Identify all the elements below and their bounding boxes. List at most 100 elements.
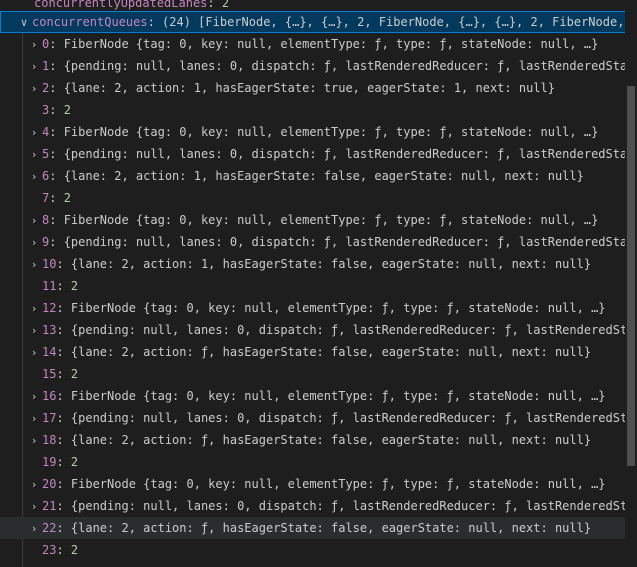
array-entry-row[interactable]: › 4: FiberNode {tag: 0, key: null, elemen… xyxy=(0,121,627,143)
array-entry-row[interactable]: › 6: {lane: 2, action: 1, hasEagerState: … xyxy=(0,165,627,187)
separator: : xyxy=(49,81,64,95)
chevron-right-icon[interactable]: › xyxy=(26,34,42,55)
separator: : xyxy=(56,367,71,381)
separator: : xyxy=(56,257,71,271)
array-index: 18 xyxy=(42,433,57,447)
array-value: {pending: null, lanes: 0, dispatch: ƒ, l… xyxy=(63,59,627,73)
chevron-right-icon[interactable]: › xyxy=(26,408,42,429)
array-value: {lane: 2, action: 1, hasEagerState: true… xyxy=(63,81,555,95)
array-entry-row[interactable]: 15: 2 xyxy=(0,363,627,385)
array-index: 12 xyxy=(42,301,57,315)
separator: : xyxy=(56,433,71,447)
array-entry-row[interactable]: › 20: FiberNode {tag: 0, key: null, eleme… xyxy=(0,473,627,495)
array-index: 16 xyxy=(42,389,57,403)
separator: : xyxy=(56,389,71,403)
separator: : xyxy=(56,301,71,315)
chevron-right-icon[interactable]: › xyxy=(26,342,42,363)
separator: : xyxy=(49,191,64,205)
array-value: {lane: 2, action: ƒ, hasEagerState: fals… xyxy=(70,521,592,535)
array-index: 10 xyxy=(42,257,57,271)
array-value: {pending: null, lanes: 0, dispatch: ƒ, l… xyxy=(70,411,627,425)
array-value: {pending: null, lanes: 0, dispatch: ƒ, l… xyxy=(70,323,627,337)
array-entry-row[interactable]: 3: 2 xyxy=(0,99,627,121)
array-value: {pending: null, lanes: 0, dispatch: ƒ, l… xyxy=(63,147,627,161)
array-entry-row[interactable]: › 16: FiberNode {tag: 0, key: null, eleme… xyxy=(0,385,627,407)
array-value: FiberNode {tag: 0, key: null, elementTyp… xyxy=(63,37,599,51)
chevron-right-icon[interactable]: › xyxy=(26,254,42,275)
array-entry-row[interactable]: › 9: {pending: null, lanes: 0, dispatch: … xyxy=(0,231,627,253)
array-entry-row[interactable]: › 5: {pending: null, lanes: 0, dispatch: … xyxy=(0,143,627,165)
tree-row-concurrent-queues[interactable]: ∨ concurrentQueues: (24) [FiberNode, {…},… xyxy=(0,11,627,33)
separator: : xyxy=(49,213,64,227)
chevron-right-icon[interactable]: › xyxy=(26,166,42,187)
chevron-right-icon[interactable]: › xyxy=(26,144,42,165)
array-entry-row[interactable]: › 1: {pending: null, lanes: 0, dispatch: … xyxy=(0,55,627,77)
array-index: 21 xyxy=(42,499,57,513)
property-value: 2 xyxy=(221,0,230,10)
array-entry-row[interactable]: › 0: FiberNode {tag: 0, key: null, elemen… xyxy=(0,33,627,55)
array-index: 17 xyxy=(42,411,57,425)
chevron-right-icon[interactable]: › xyxy=(26,320,42,341)
chevron-right-icon[interactable]: › xyxy=(26,496,42,517)
array-entry-row[interactable]: 11: 2 xyxy=(0,275,627,297)
array-index: 20 xyxy=(42,477,57,491)
chevron-right-icon[interactable]: › xyxy=(26,122,42,143)
array-entry-row[interactable]: 23: 2 xyxy=(0,539,627,561)
array-value: {lane: 2, action: 1, hasEagerState: fals… xyxy=(63,169,584,183)
array-index: 23 xyxy=(42,543,57,557)
array-entry-row[interactable]: › 12: FiberNode {tag: 0, key: null, eleme… xyxy=(0,297,627,319)
array-entry-row[interactable]: › 17: {pending: null, lanes: 0, dispatch:… xyxy=(0,407,627,429)
separator: : xyxy=(49,59,64,73)
array-entry-row[interactable]: › 14: {lane: 2, action: ƒ, hasEagerState:… xyxy=(0,341,627,363)
chevron-right-icon[interactable]: › xyxy=(26,56,42,77)
array-value: {pending: null, lanes: 0, dispatch: ƒ, l… xyxy=(70,499,627,513)
array-entry-row[interactable]: 7: 2 xyxy=(0,187,627,209)
array-entry-row[interactable]: › 8: FiberNode {tag: 0, key: null, elemen… xyxy=(0,209,627,231)
array-value: FiberNode {tag: 0, key: null, elementTyp… xyxy=(70,389,606,403)
array-index: 11 xyxy=(42,279,57,293)
array-value: 2 xyxy=(70,279,79,293)
array-index: 15 xyxy=(42,367,57,381)
chevron-down-icon[interactable]: ∨ xyxy=(16,12,32,33)
separator: : xyxy=(56,323,71,337)
separator: : xyxy=(56,455,71,469)
scrollbar-thumb[interactable] xyxy=(627,86,635,466)
separator: : xyxy=(56,411,71,425)
array-entry-row[interactable]: › 22: {lane: 2, action: ƒ, hasEagerState:… xyxy=(0,517,627,539)
separator: : xyxy=(49,235,64,249)
array-value: 2 xyxy=(70,455,79,469)
separator: : xyxy=(56,521,71,535)
array-value: 2 xyxy=(63,191,71,205)
chevron-right-icon[interactable]: › xyxy=(26,210,42,231)
array-value: FiberNode {tag: 0, key: null, elementTyp… xyxy=(70,301,606,315)
array-entry-row[interactable]: 19: 2 xyxy=(0,451,627,473)
chevron-right-icon[interactable]: › xyxy=(26,232,42,253)
chevron-right-icon[interactable]: › xyxy=(26,78,42,99)
separator: : xyxy=(49,103,64,117)
chevron-right-icon[interactable]: › xyxy=(26,430,42,451)
array-value: FiberNode {tag: 0, key: null, elementTyp… xyxy=(70,477,606,491)
array-entry-row[interactable]: › 13: {pending: null, lanes: 0, dispatch:… xyxy=(0,319,627,341)
array-value: FiberNode {tag: 0, key: null, elementTyp… xyxy=(63,125,599,139)
array-index: 14 xyxy=(42,345,57,359)
property-key: concurrentlyUpdatedLanes xyxy=(34,0,208,10)
separator: : xyxy=(56,543,71,557)
separator: : xyxy=(49,147,64,161)
separator: : xyxy=(49,125,64,139)
array-entry-row[interactable]: › 18: {lane: 2, action: ƒ, hasEagerState:… xyxy=(0,429,627,451)
array-value: {lane: 2, action: 1, hasEagerState: fals… xyxy=(70,257,592,271)
chevron-right-icon[interactable]: › xyxy=(26,518,42,539)
chevron-right-icon[interactable]: › xyxy=(26,298,42,319)
property-key: concurrentQueues xyxy=(32,15,148,29)
array-value: 2 xyxy=(63,103,71,117)
array-value: {lane: 2, action: ƒ, hasEagerState: fals… xyxy=(70,345,592,359)
array-entry-row[interactable]: › 2: {lane: 2, action: 1, hasEagerState: … xyxy=(0,77,627,99)
separator: : xyxy=(56,279,71,293)
array-entry-row[interactable]: › 21: {pending: null, lanes: 0, dispatch:… xyxy=(0,495,627,517)
array-value: 2 xyxy=(70,367,79,381)
array-index: 19 xyxy=(42,455,57,469)
array-entry-row[interactable]: › 10: {lane: 2, action: 1, hasEagerState:… xyxy=(0,253,627,275)
chevron-right-icon[interactable]: › xyxy=(26,386,42,407)
separator: : xyxy=(56,345,71,359)
chevron-right-icon[interactable]: › xyxy=(26,474,42,495)
